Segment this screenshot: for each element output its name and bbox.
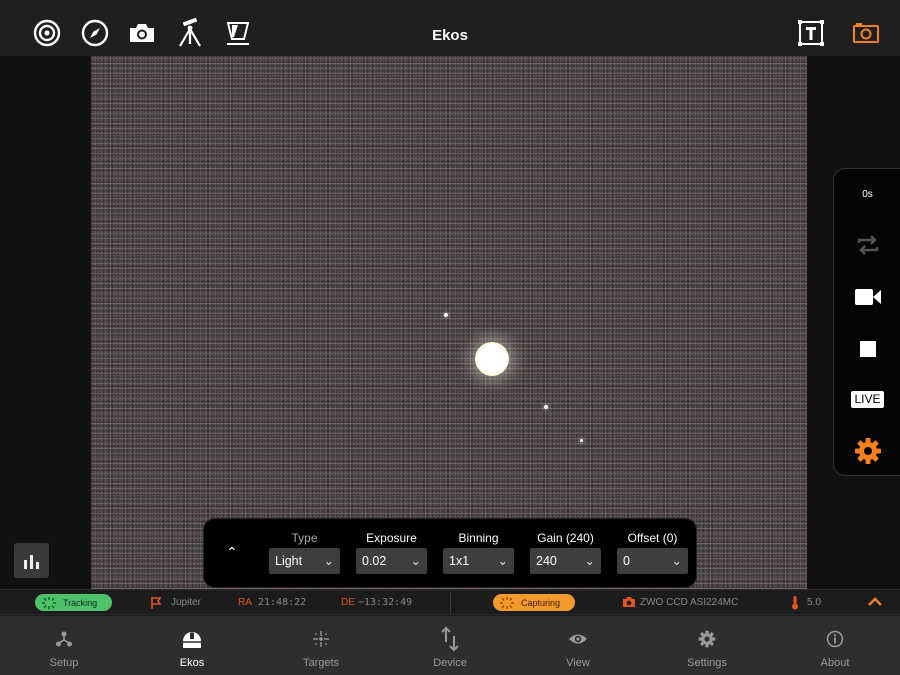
chevron-down-icon: ⌄ (323, 554, 334, 568)
type-select[interactable]: Light ⌄ (269, 548, 340, 574)
histogram-bar (30, 555, 33, 569)
tab-setup[interactable]: Setup (0, 616, 128, 675)
info-icon (771, 628, 899, 650)
histogram-bar (36, 562, 39, 569)
left-margin (0, 56, 91, 589)
moon (444, 313, 448, 317)
eye-icon (514, 628, 642, 650)
binning-group: Binning 1x1 ⌄ (443, 530, 514, 574)
ra-label: RA (238, 597, 252, 608)
capturing-status-badge[interactable]: Capturing (493, 594, 575, 611)
exposure-group: Exposure 0.02 ⌄ (356, 530, 427, 574)
status-divider (450, 592, 451, 614)
chevron-down-icon: ⌄ (497, 554, 508, 568)
tracking-label: Tracking (63, 597, 98, 608)
binning-value: 1x1 (449, 554, 470, 568)
loop-icon (857, 235, 878, 255)
exposure-select[interactable]: 0.02 ⌄ (356, 548, 427, 574)
tracking-status-badge[interactable]: Tracking (35, 594, 112, 611)
tab-ekos[interactable]: Ekos (128, 616, 256, 675)
expand-chevron-up-icon[interactable] (867, 597, 883, 607)
offset-label: Offset (0) (627, 531, 678, 545)
histogram-icon (24, 560, 27, 569)
offset-select[interactable]: 0 ⌄ (617, 548, 688, 574)
live-button[interactable]: LIVE (834, 391, 900, 408)
gain-group: Gain (240) 240 ⌄ (530, 530, 601, 574)
chevron-down-icon: ⌄ (410, 554, 421, 568)
chevron-down-icon: ⌄ (584, 554, 595, 568)
temperature-value: 5.0 (807, 597, 821, 608)
text-frame-icon[interactable] (796, 18, 826, 48)
capture-timer: 0s (862, 189, 873, 200)
tab-label: Settings (687, 657, 727, 669)
thermometer-icon (792, 596, 798, 610)
chevron-down-icon: ⌄ (671, 554, 682, 568)
camera-icon[interactable] (127, 18, 157, 48)
compass-icon[interactable] (80, 18, 110, 48)
bottom-tab-bar: Setup Ekos Targets Device View Settings … (0, 616, 900, 675)
exposure-label: Exposure (366, 531, 417, 545)
de-label: DE (341, 597, 355, 608)
live-image-view[interactable] (91, 56, 807, 589)
spinner-icon (500, 596, 514, 609)
binning-label: Binning (458, 531, 499, 545)
target-icon[interactable] (32, 18, 62, 48)
gear-icon (643, 628, 771, 650)
tab-label: Setup (49, 657, 79, 669)
moon (580, 439, 583, 442)
gain-label: Gain (240) (537, 531, 594, 545)
capture-settings-button[interactable] (834, 437, 900, 465)
tab-label: About (820, 657, 850, 669)
status-bar: Tracking Jupiter RA 21:48:22 DE −13:32:4… (0, 589, 900, 615)
target-name: Jupiter (171, 597, 202, 608)
offset-group: Offset (0) 0 ⌄ (617, 530, 688, 574)
gear-icon (854, 438, 881, 464)
exposure-value: 0.02 (362, 554, 387, 568)
tripod-icon[interactable] (175, 18, 205, 48)
spinner-icon (42, 596, 56, 609)
target-flag-icon (151, 597, 162, 609)
top-toolbar: Ekos (0, 0, 900, 56)
stop-button[interactable] (834, 341, 900, 357)
dome-icon (128, 628, 256, 650)
type-label: Type (291, 531, 318, 545)
flat-panel-icon[interactable] (223, 18, 253, 48)
type-value: Light (275, 554, 303, 568)
device-arrows-icon (386, 626, 514, 652)
capture-controls-panel: 0s LIVE (833, 168, 900, 476)
live-label: LIVE (851, 391, 884, 408)
ra-value: 21:48:22 (258, 597, 307, 608)
moon (544, 405, 548, 409)
de-value: −13:32:49 (358, 597, 413, 608)
stop-icon (859, 341, 876, 357)
tab-label: View (566, 657, 590, 669)
offset-value: 0 (623, 554, 630, 568)
tab-label: Ekos (179, 657, 205, 669)
capture-settings-panel: ⌃ Type Light ⌄ Exposure 0.02 ⌄ Binning 1… (203, 518, 697, 588)
collapse-caret-icon[interactable]: ⌃ (226, 544, 238, 561)
histogram-button[interactable] (14, 543, 49, 578)
tab-device[interactable]: Device (386, 616, 514, 675)
tab-label: Targets (302, 657, 340, 669)
type-group: Type Light ⌄ (269, 530, 340, 574)
loop-button[interactable] (834, 233, 900, 257)
tab-view[interactable]: View (514, 616, 642, 675)
tab-settings[interactable]: Settings (643, 616, 771, 675)
targets-icon (257, 628, 385, 650)
binning-select[interactable]: 1x1 ⌄ (443, 548, 514, 574)
gain-value: 240 (536, 554, 557, 568)
setup-icon (0, 628, 128, 650)
video-camera-icon (854, 289, 881, 305)
capturing-label: Capturing (521, 597, 561, 608)
video-record-button[interactable] (834, 287, 900, 307)
camera-icon (623, 597, 635, 607)
tab-about[interactable]: About (771, 616, 899, 675)
tab-targets[interactable]: Targets (257, 616, 385, 675)
tab-label: Device (433, 657, 467, 669)
planet-jupiter (475, 342, 509, 376)
gain-select[interactable]: 240 ⌄ (530, 548, 601, 574)
camera-name: ZWO CCD ASI224MC (640, 597, 739, 608)
screen-camera-icon[interactable] (851, 18, 881, 48)
